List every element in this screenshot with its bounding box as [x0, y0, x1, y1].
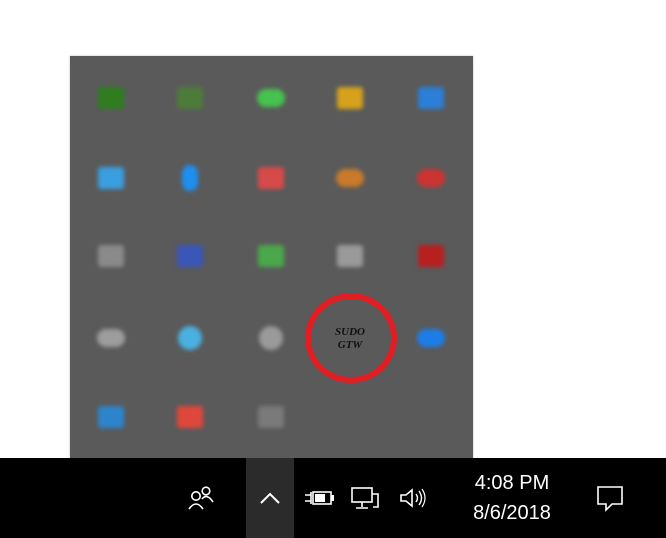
red-white-app-icon-glyph: [258, 167, 284, 189]
speaker-icon: [400, 488, 426, 508]
colorful-app-icon-glyph: [337, 87, 363, 109]
sudo-gtw-icon[interactable]: SUDO GTW: [319, 307, 381, 369]
red-alarm-icon-glyph: [418, 245, 444, 267]
blue-app-icon[interactable]: [400, 67, 462, 129]
nvidia-icon-glyph: [98, 87, 124, 109]
document-app-icon-glyph: [337, 245, 363, 267]
globe-app-icon-glyph: [178, 326, 202, 350]
volume-button[interactable]: [392, 458, 434, 538]
monitor-app-icon[interactable]: [159, 225, 221, 287]
bluetooth-icon[interactable]: [159, 147, 221, 209]
cloud-red-icon[interactable]: [400, 147, 462, 209]
network-app-icon[interactable]: [240, 225, 302, 287]
grey-app-icon[interactable]: [80, 225, 142, 287]
onedrive-icon-glyph: [97, 329, 125, 347]
clock-date: 8/6/2018: [473, 502, 551, 524]
globe-app-icon[interactable]: [159, 307, 221, 369]
cloud-red-icon-glyph: [417, 169, 445, 187]
network-button[interactable]: [344, 458, 386, 538]
chat-app-icon[interactable]: [240, 67, 302, 129]
network-app-icon-glyph: [258, 245, 284, 267]
onedrive-icon[interactable]: [80, 307, 142, 369]
network-wired-icon: [351, 487, 379, 509]
blue-window-icon-glyph: [98, 167, 124, 189]
show-hidden-icons-button[interactable]: [246, 458, 294, 538]
dropbox-app-icon-glyph: [98, 406, 124, 428]
clock-time: 4:08 PM: [474, 472, 550, 494]
grey-glyph-icon[interactable]: [240, 386, 302, 448]
tray-overflow-popup: SUDO GTW: [70, 56, 473, 460]
red-white-app-icon[interactable]: [240, 147, 302, 209]
clock[interactable]: 4:08 PM 8/6/2018: [452, 458, 572, 538]
dropbox-app-icon[interactable]: [80, 386, 142, 448]
colorful-app-icon[interactable]: [319, 67, 381, 129]
zoom-icon-glyph: [417, 329, 445, 347]
orange-app-icon[interactable]: [319, 147, 381, 209]
s-app-icon-glyph: [177, 406, 203, 428]
settings-circle-icon-glyph: [259, 326, 283, 350]
grey-glyph-icon-glyph: [258, 406, 284, 428]
chevron-up-icon: [260, 492, 280, 504]
power-plug-icon: [305, 491, 334, 505]
notification-icon: [597, 486, 623, 512]
power-status-button[interactable]: [298, 458, 340, 538]
red-alarm-icon[interactable]: [400, 225, 462, 287]
green-app-icon[interactable]: [159, 67, 221, 129]
monitor-app-icon-glyph: [177, 245, 203, 267]
orange-app-icon-glyph: [336, 169, 364, 187]
blue-app-icon-glyph: [418, 87, 444, 109]
settings-circle-icon[interactable]: [240, 307, 302, 369]
nvidia-icon[interactable]: [80, 67, 142, 129]
gtw-label: GTW: [337, 339, 363, 351]
people-icon: [188, 486, 214, 510]
s-app-icon[interactable]: [159, 386, 221, 448]
people-button[interactable]: [178, 458, 224, 538]
sudo-label: SUDO: [335, 326, 365, 338]
blue-window-icon[interactable]: [80, 147, 142, 209]
action-center-button[interactable]: [586, 458, 634, 538]
bluetooth-icon-glyph: [182, 165, 198, 191]
chat-app-icon-glyph: [257, 89, 285, 107]
document-app-icon[interactable]: [319, 225, 381, 287]
taskbar: 4:08 PM 8/6/2018: [10, 458, 666, 538]
zoom-icon[interactable]: [400, 307, 462, 369]
grey-app-icon-glyph: [98, 245, 124, 267]
green-app-icon-glyph: [177, 87, 203, 109]
